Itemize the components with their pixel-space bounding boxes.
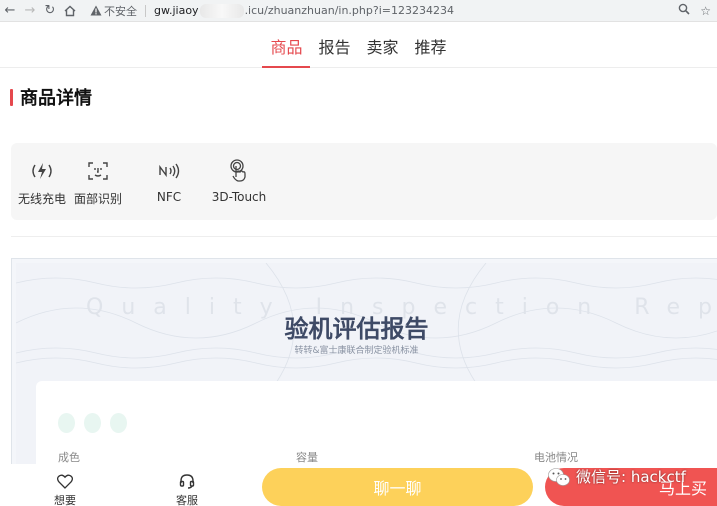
3d-touch-icon [227,159,251,183]
url-host: gw.jiaoy [154,4,199,17]
feature-label: 面部识别 [73,192,122,206]
address-bar[interactable]: 不安全 gw.jiaoy .icu/zhuanzhuan/in.php?i=12… [84,2,677,20]
report-title: 验机评估报告 [284,315,429,343]
spec-condition: 成色 [58,451,80,464]
chat-button[interactable]: 聊一聊 [262,468,533,506]
url-redaction [199,3,244,18]
feature-face-id: 面部识别 [72,143,124,220]
favorite-button[interactable]: 想要 [54,472,76,506]
page-title: 商品详情 [20,88,92,109]
headset-icon [178,472,196,490]
favorite-label: 想要 [54,494,76,506]
tab-goods[interactable]: 商品 [262,24,311,68]
wireless-charging-icon [30,159,54,183]
spec-capacity: 容量 [296,451,318,464]
feature-3d-touch: 3D-Touch [209,143,269,220]
grade-dot [58,413,75,433]
grade-dot [110,413,127,433]
warning-icon [88,3,104,19]
heart-icon [56,472,74,490]
feature-label: 无线充电 [17,192,66,206]
wechat-icon [548,467,570,486]
back-icon[interactable]: ← [0,0,20,22]
security-label: 不安全 [104,4,137,18]
browser-toolbar: ← → ↻ 不安全 gw.jiaoy .icu/zhuanzhuan/in.ph… [0,0,717,22]
feature-label: NFC [156,190,182,204]
top-tabs: 商品 报告 卖家 推荐 [0,24,717,68]
forward-icon[interactable]: → [20,0,40,22]
star-icon[interactable]: ☆ [700,4,711,18]
divider [145,4,146,17]
feature-nfc: NFC [140,143,198,220]
feature-list: 无线充电 面部识别 NFC 3D-Touch [11,143,717,220]
tab-seller[interactable]: 卖家 [359,24,407,68]
home-icon[interactable] [60,0,80,22]
zoom-icon[interactable] [678,3,690,18]
grade-dots [58,413,127,433]
face-id-icon [86,159,110,183]
reload-icon[interactable]: ↻ [40,0,60,22]
grade-dot [84,413,101,433]
nfc-icon [157,159,181,183]
report-subtitle: 转转&富士康联合制定验机标准 [294,346,419,356]
spec-battery: 电池情况 [534,451,578,464]
customer-service-button[interactable]: 客服 [176,472,198,506]
feature-label: 3D-Touch [211,190,267,204]
watermark-text: 微信号: hackctf [576,468,686,486]
url-path: .icu/zhuanzhuan/in.php?i=123234234 [244,4,454,17]
section-title: 商品详情 [10,84,92,110]
tab-report[interactable]: 报告 [310,24,358,68]
feature-wireless-charging: 无线充电 [13,143,71,220]
title-accent-bar [10,88,13,106]
tab-recommend[interactable]: 推荐 [407,24,455,68]
divider [11,236,717,237]
wechat-watermark: 微信号: hackctf [548,466,686,487]
service-label: 客服 [176,494,198,506]
